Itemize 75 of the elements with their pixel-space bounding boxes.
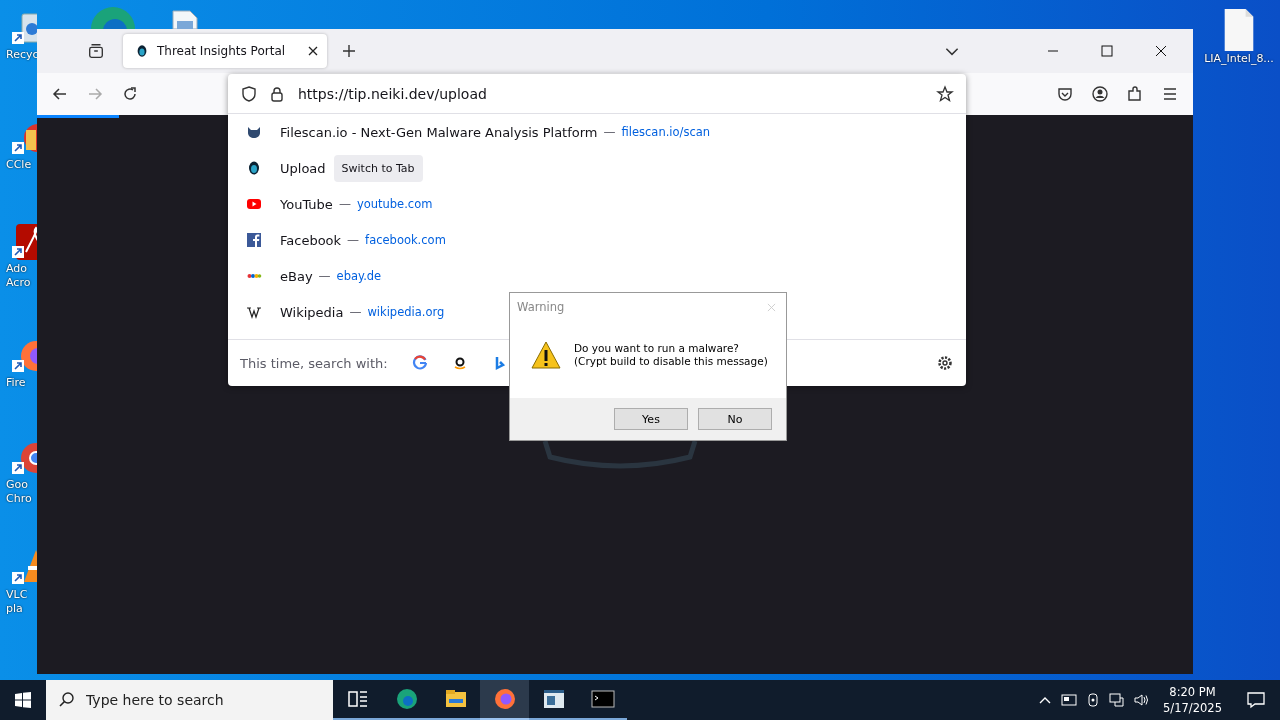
shield-icon[interactable] [240, 84, 258, 103]
close-icon[interactable] [1154, 44, 1168, 58]
notification-icon[interactable] [1246, 690, 1266, 710]
desktop-icon-label: Goo [5, 478, 28, 492]
warning-icon [530, 339, 562, 370]
settings-icon[interactable] [936, 354, 954, 372]
suggestion-title: eBay [280, 268, 313, 284]
dialog-button[interactable]: No [698, 408, 772, 430]
firefox-icon[interactable] [480, 680, 529, 720]
faint-logo-icon [540, 441, 700, 471]
clock-date[interactable]: 5/17/2025 [1163, 700, 1222, 716]
tab-title: Threat Insights Portal [157, 44, 287, 58]
dialog-button[interactable]: Yes [614, 408, 688, 430]
menu-icon[interactable] [1161, 85, 1179, 103]
suggestion-item[interactable]: eBay — ebay.de [228, 258, 400, 294]
suggestion-url: filescan.io/scan [621, 125, 711, 139]
suggestion-title: Facebook [280, 232, 342, 248]
maximize-icon[interactable] [1100, 44, 1114, 58]
pocket-icon[interactable] [1056, 85, 1074, 103]
desktop-icon-label: Recyc [5, 48, 37, 62]
desktop-icon-label: VLC [5, 588, 28, 602]
account-icon[interactable] [1091, 85, 1109, 103]
desktop-icon-label: CCle [5, 158, 32, 172]
puzzle-icon[interactable] [1126, 85, 1144, 103]
file-icon[interactable] [1222, 8, 1256, 52]
desktop-icon-label: Acro [5, 276, 31, 290]
close-icon[interactable] [307, 45, 319, 57]
windows-start-icon[interactable] [14, 691, 32, 709]
taskbar-search-field[interactable]: Type here to search [46, 680, 333, 720]
suggestion-url: wikipedia.org [367, 305, 445, 319]
search-icon [58, 691, 76, 709]
tab-manager-icon[interactable] [87, 42, 105, 60]
new-tab-icon[interactable] [341, 43, 357, 59]
suggestion-item[interactable]: Wikipedia — wikipedia.org [228, 294, 463, 330]
search-with-label: This time, search with: [240, 355, 388, 371]
speaker-icon[interactable] [1133, 692, 1150, 708]
suggestion-url: facebook.com [365, 233, 446, 247]
dash-separator: — [603, 125, 616, 139]
g-icon[interactable] [411, 355, 428, 371]
desktop-icon-label: Ado [5, 262, 28, 276]
w-icon [246, 304, 262, 320]
dash-separator: — [338, 197, 351, 211]
star-icon[interactable] [936, 84, 954, 103]
clock-time[interactable]: 8:20 PM [1169, 684, 1216, 700]
suggestion-item[interactable]: Facebook — facebook.com [228, 222, 464, 258]
dash-separator: — [347, 233, 360, 247]
dialog-message: Do you want to run a malware? (Crypt build to disable this message) [574, 341, 768, 368]
lock-icon[interactable] [268, 84, 286, 103]
desktop-icon-label: LIA_Intel_8... [1204, 52, 1274, 66]
suggestion-title: Upload [280, 160, 326, 176]
suggestion-title: Filescan.io - Next-Gen Malware Analysis Platform [280, 124, 598, 140]
cat-icon [246, 124, 262, 140]
dash-separator: — [349, 305, 362, 319]
reload-icon[interactable] [121, 85, 139, 103]
desktop-icon-label: Chro [5, 492, 32, 506]
suggestion-item[interactable]: YouTube — youtube.com [228, 186, 451, 222]
suggestion-item[interactable]: Upload Switch to Tab [228, 150, 441, 186]
desktop-icon-label: Fire [5, 376, 26, 390]
f-icon [246, 232, 262, 248]
browser-tab[interactable]: Threat Insights Portal [123, 34, 327, 68]
dialog-title: Warning [517, 300, 565, 314]
desktop-icon-label: pla [5, 602, 23, 616]
keyboard-icon[interactable] [1061, 692, 1078, 708]
suggestion-url: youtube.com [356, 197, 433, 211]
play-icon [246, 196, 262, 212]
network-icon[interactable] [1109, 692, 1126, 708]
suggestion-url: ebay.de [336, 269, 382, 283]
dash-separator: — [318, 269, 331, 283]
suggestion-item[interactable]: Filescan.io - Next-Gen Malware Analysis Platform — filescan.io/scan [228, 114, 729, 150]
suggestion-title: Wikipedia [280, 304, 344, 320]
switch-to-tab-button[interactable]: Switch to Tab [333, 154, 423, 182]
suggestion-title: YouTube [280, 196, 333, 212]
document-icon[interactable] [170, 10, 200, 29]
bug-icon [135, 44, 149, 58]
bug-icon [246, 160, 262, 176]
